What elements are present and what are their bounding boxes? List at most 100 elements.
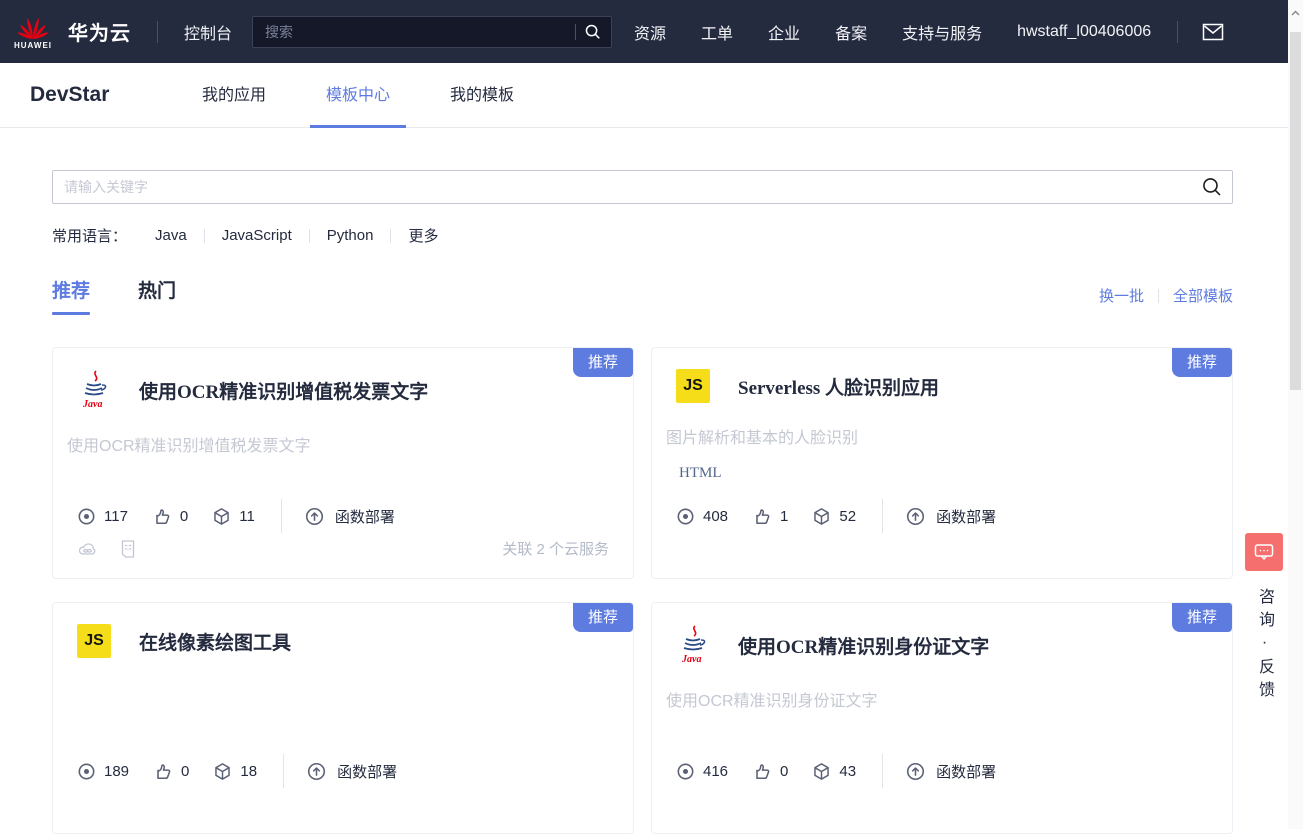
tab-recommended-label: 推荐 — [52, 281, 91, 302]
keyword-search — [52, 170, 1233, 204]
template-title[interactable]: 在线像素绘图工具 — [139, 628, 291, 655]
views-icon — [676, 507, 695, 526]
template-tabs-row: 推荐 热门 换一批 全部模板 — [52, 276, 1233, 315]
scrollbar-thumb[interactable] — [1290, 32, 1301, 390]
huawei-logo-icon[interactable]: HUAWEI — [14, 14, 52, 50]
topbar-search[interactable] — [252, 15, 613, 48]
template-title[interactable]: 使用OCR精准识别增值税发票文字 — [139, 377, 428, 404]
divider — [283, 754, 285, 788]
card-footer: 关联 2 个云服务 — [77, 538, 609, 559]
divider — [308, 228, 310, 243]
recommended-badge: 推荐 — [572, 348, 633, 377]
cloud-link-icon — [77, 540, 99, 558]
menu-support[interactable]: 支持与服务 — [902, 20, 982, 44]
language-filter-label: 常用语言： — [52, 228, 128, 245]
tab-actions: 换一批 全部模板 — [1099, 285, 1233, 306]
like-icon[interactable] — [752, 761, 772, 781]
lang-java[interactable]: Java — [155, 227, 187, 244]
product-navbar: DevStar 我的应用 模板中心 我的模板 — [0, 63, 1303, 128]
shuffle-batch-link[interactable]: 换一批 — [1099, 285, 1144, 306]
feedback-chat-button[interactable] — [1245, 533, 1283, 571]
deploy-type: 函数部署 — [306, 761, 397, 782]
use-count: 18 — [240, 762, 258, 780]
deploy-icon — [306, 761, 327, 782]
package-icon — [213, 762, 232, 781]
search-icon[interactable] — [1201, 176, 1222, 197]
template-card[interactable]: 推荐 JS Serverless 人脸识别应用 图片解析和基本的人脸识别 HTM… — [651, 347, 1233, 579]
card-stats: 117 0 11 函数部署 — [77, 499, 609, 533]
footer-icons — [77, 539, 157, 559]
tab-my-templates[interactable]: 我的模板 — [446, 63, 518, 128]
user-account[interactable]: hwstaff_l00406006 — [1017, 23, 1151, 41]
lang-javascript[interactable]: JavaScript — [222, 227, 292, 244]
template-tag: HTML — [679, 465, 722, 481]
recommended-badge: 推荐 — [572, 603, 633, 632]
deploy-type: 函数部署 — [905, 761, 996, 782]
divider — [882, 754, 884, 788]
template-card[interactable]: 推荐 Java 使用OCR精准识别身份证文字 使用OCR精准识别身份证文字 41… — [651, 602, 1233, 834]
topbar-divider — [157, 20, 158, 43]
java-icon: Java — [77, 369, 111, 411]
deploy-type: 函数部署 — [304, 506, 395, 527]
page-scrollbar[interactable] — [1288, 0, 1303, 829]
svg-text:Java: Java — [82, 399, 102, 410]
scroll-up-arrow-icon[interactable] — [1288, 0, 1303, 26]
javascript-icon: JS — [676, 369, 710, 403]
template-title[interactable]: 使用OCR精准识别身份证文字 — [738, 632, 989, 659]
package-icon — [812, 507, 831, 526]
tab-template-center[interactable]: 模板中心 — [310, 63, 407, 128]
like-icon[interactable] — [752, 506, 772, 526]
menu-resources[interactable]: 资源 — [634, 20, 666, 44]
doc-scan-icon — [119, 539, 137, 559]
deploy-label: 函数部署 — [936, 508, 997, 526]
recommended-badge: 推荐 — [1171, 603, 1232, 632]
tab-hot[interactable]: 热门 — [138, 276, 176, 315]
views-icon — [77, 507, 96, 526]
menu-tickets[interactable]: 工单 — [701, 20, 733, 44]
keyword-search-input[interactable] — [52, 170, 1233, 204]
views-icon — [77, 762, 96, 781]
template-subtitle: 图片解析和基本的人脸识别 — [666, 430, 859, 447]
use-count: 43 — [839, 762, 857, 780]
deploy-label: 函数部署 — [337, 763, 398, 781]
lang-more[interactable]: 更多 — [408, 225, 438, 246]
main-content: 常用语言： Java JavaScript Python 更多 推荐 热门 换一… — [52, 170, 1233, 834]
mail-icon[interactable] — [1202, 23, 1224, 41]
template-subtitle: 使用OCR精准识别身份证文字 — [666, 693, 878, 710]
deploy-icon — [905, 506, 926, 527]
all-templates-link[interactable]: 全部模板 — [1173, 285, 1233, 306]
topbar-search-input[interactable] — [263, 22, 568, 41]
views-count: 117 — [104, 507, 128, 525]
like-icon[interactable] — [153, 761, 173, 781]
search-icon[interactable] — [584, 23, 601, 40]
topbar-menu: 资源 工单 企业 备案 支持与服务 hwstaff_l00406006 — [634, 20, 1224, 44]
brand-huawei-cloud[interactable]: 华为云 — [68, 17, 131, 46]
search-divider — [575, 23, 577, 40]
java-icon: Java — [676, 624, 710, 666]
lang-python[interactable]: Python — [327, 227, 374, 244]
deploy-type: 函数部署 — [905, 506, 996, 527]
card-header: Java 使用OCR精准识别身份证文字 — [676, 624, 1208, 666]
huawei-logo-word: HUAWEI — [14, 40, 52, 50]
topbar-divider — [1177, 20, 1179, 43]
feedback-label[interactable]: 咨询·反馈 — [1252, 588, 1276, 704]
menu-icp[interactable]: 备案 — [835, 20, 867, 44]
menu-enterprise[interactable]: 企业 — [768, 20, 800, 44]
javascript-icon: JS — [77, 624, 111, 658]
deploy-label: 函数部署 — [936, 763, 997, 781]
template-card[interactable]: 推荐 Java 使用OCR精准识别增值税发票文字 使用OCR精准识别增值税发票文… — [52, 347, 634, 579]
console-link[interactable]: 控制台 — [184, 20, 232, 44]
views-icon — [676, 762, 695, 781]
template-card[interactable]: 推荐 JS 在线像素绘图工具 189 0 18 函数部署 — [52, 602, 634, 834]
deploy-label: 函数部署 — [334, 508, 395, 526]
tab-my-apps[interactable]: 我的应用 — [198, 63, 270, 128]
divider — [280, 499, 282, 533]
divider — [882, 499, 884, 533]
like-count: 0 — [780, 762, 789, 780]
like-icon[interactable] — [152, 506, 172, 526]
card-header: Java 使用OCR精准识别增值税发票文字 — [77, 369, 609, 411]
tab-recommended[interactable]: 推荐 — [52, 276, 91, 315]
product-title[interactable]: DevStar — [30, 83, 172, 107]
card-header: JS Serverless 人脸识别应用 — [676, 369, 1208, 403]
template-title[interactable]: Serverless 人脸识别应用 — [738, 373, 939, 400]
